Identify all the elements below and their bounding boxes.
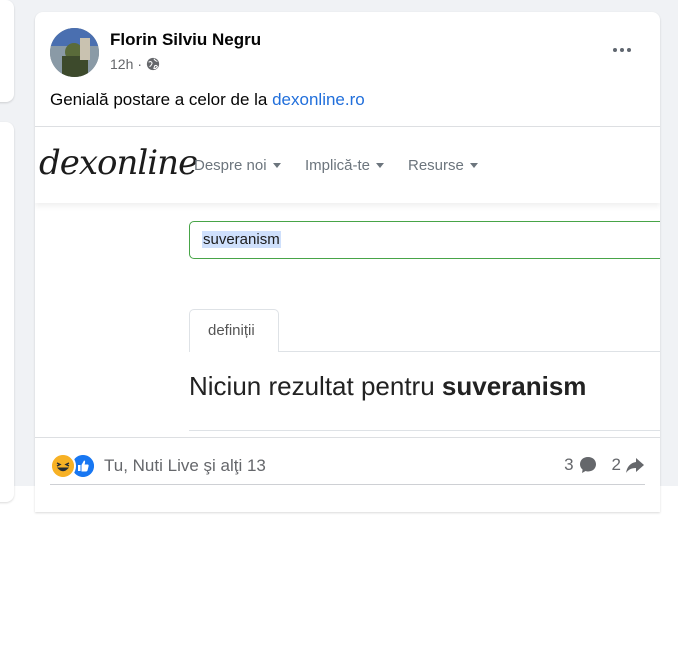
post-link[interactable]: dexonline.ro — [272, 90, 365, 109]
caret-down-icon — [469, 163, 478, 168]
reactions-summary[interactable]: Tu, Nuti Live şi alţi 13 — [104, 456, 266, 476]
meta-separator: · — [137, 56, 143, 72]
dex-menu-implica: Implică-te — [305, 157, 385, 174]
dot-icon — [627, 48, 631, 52]
comments-count[interactable]: 3 — [564, 455, 597, 475]
dex-result-prefix: Niciun rezultat pentru — [189, 371, 442, 401]
reaction-icons[interactable] — [50, 453, 98, 479]
avatar-image — [50, 28, 99, 77]
dex-menu-label: Resurse — [408, 157, 464, 174]
dex-menu-despre: Despre noi — [194, 157, 281, 174]
reactions-row: Tu, Nuti Live şi alţi 13 3 2 — [50, 448, 645, 484]
caret-down-icon — [272, 163, 281, 168]
more-options-button[interactable] — [607, 40, 637, 60]
dex-divider — [189, 430, 660, 431]
dex-menu-label: Despre noi — [194, 157, 267, 174]
left-panel-card — [0, 122, 14, 502]
post-text: Genială postare a celor de la dexonline.… — [50, 90, 365, 110]
post-author-name[interactable]: Florin Silviu Negru — [110, 30, 261, 50]
dex-search-box: suveranism — [189, 221, 660, 259]
comments-count-value: 3 — [564, 455, 574, 474]
haha-icon — [50, 453, 76, 479]
dexonline-logo: dexonline — [39, 143, 198, 183]
dex-result-term: suveranism — [441, 371, 587, 401]
post-actions-divider — [50, 484, 645, 485]
dex-navbar: dexonline Despre noi Implică-te Resurse — [35, 127, 660, 203]
dex-menu-label: Implică-te — [305, 157, 371, 174]
avatar[interactable] — [50, 28, 99, 77]
dot-icon — [620, 48, 624, 52]
share-icon — [626, 458, 644, 473]
left-panel-card — [0, 0, 14, 102]
shared-screenshot[interactable]: dexonline Despre noi Implică-te Resurse … — [35, 126, 660, 438]
engagement-counts: 3 2 — [564, 455, 645, 475]
post-meta: 12h · — [110, 56, 160, 72]
caret-down-icon — [376, 163, 385, 168]
dot-icon — [613, 48, 617, 52]
dex-menu-resurse: Resurse — [408, 157, 478, 174]
dex-tab-definitii: definiții — [189, 309, 279, 352]
post-time[interactable]: 12h — [110, 56, 133, 72]
shares-count-value: 2 — [611, 455, 621, 474]
post-text-body: Genială postare a celor de la — [50, 90, 273, 109]
comment-icon — [579, 457, 596, 473]
dex-result-heading: Niciun rezultat pentru suveranism — [189, 371, 586, 402]
feed-post: Florin Silviu Negru 12h · Genială postar… — [35, 12, 660, 512]
dex-search-value: suveranism — [202, 231, 281, 248]
globe-icon — [146, 57, 160, 71]
shares-count[interactable]: 2 — [612, 455, 645, 475]
dex-tab-label: definiții — [208, 322, 255, 339]
